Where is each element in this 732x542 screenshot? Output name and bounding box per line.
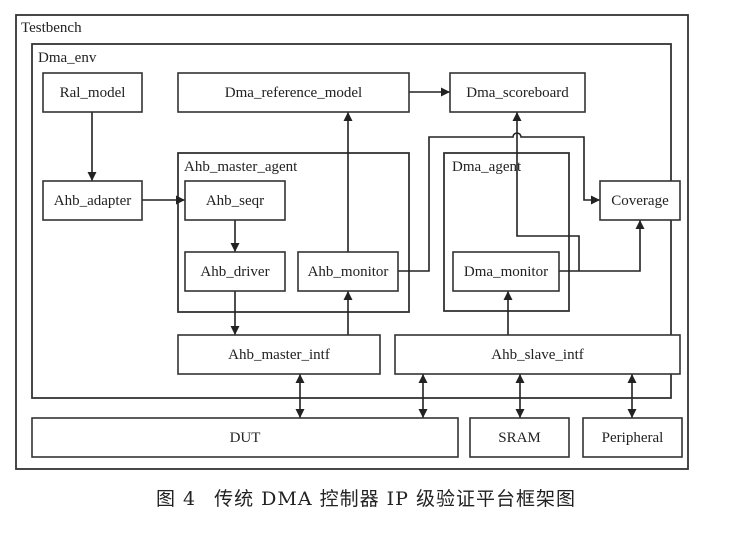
peripheral-block: Peripheral [582, 417, 683, 458]
peripheral-label: Peripheral [602, 430, 664, 446]
ral-model-block: Ral_model [42, 72, 143, 113]
ahb-master-intf-block: Ahb_master_intf [177, 334, 381, 375]
ahb-adapter-label: Ahb_adapter [54, 193, 131, 209]
dma-monitor-block: Dma_monitor [452, 251, 560, 292]
figure-title: 传统 DMA 控制器 IP 级验证平台框架图 [214, 488, 576, 510]
dut-label: DUT [230, 430, 261, 446]
ahb-adapter-block: Ahb_adapter [42, 180, 143, 221]
figure-caption: 图 4 传统 DMA 控制器 IP 级验证平台框架图 [0, 484, 732, 511]
sram-label: SRAM [498, 430, 541, 446]
ahb-monitor-label: Ahb_monitor [308, 264, 389, 280]
dma-scoreboard-block: Dma_scoreboard [449, 72, 586, 113]
dma-monitor-label: Dma_monitor [464, 264, 548, 280]
ral-model-label: Ral_model [60, 85, 126, 101]
dma-reference-model-block: Dma_reference_model [177, 72, 410, 113]
dma-agent-label: Dma_agent [452, 159, 522, 175]
ahb-slave-intf-block: Ahb_slave_intf [394, 334, 681, 375]
ahb-seqr-block: Ahb_seqr [184, 180, 286, 221]
ahb-driver-block: Ahb_driver [184, 251, 286, 292]
wire-dma-monitor-to-coverage [559, 220, 645, 272]
dut-block: DUT [31, 417, 459, 458]
dma-reference-model-label: Dma_reference_model [225, 85, 362, 101]
dma-env-label: Dma_env [38, 50, 97, 66]
ahb-slave-intf-label: Ahb_slave_intf [491, 347, 583, 363]
figure-number: 图 4 [156, 488, 197, 510]
coverage-label: Coverage [611, 193, 669, 209]
testbench-label: Testbench [21, 20, 82, 36]
ahb-seqr-label: Ahb_seqr [206, 193, 264, 209]
ahb-driver-label: Ahb_driver [200, 264, 269, 280]
dma-testbench-diagram: Testbench Dma_env Ahb_master_agent Dma_a… [15, 14, 689, 470]
sram-block: SRAM [469, 417, 570, 458]
ahb-master-intf-label: Ahb_master_intf [228, 347, 330, 363]
ahb-master-agent-label: Ahb_master_agent [184, 159, 298, 175]
ahb-monitor-block: Ahb_monitor [297, 251, 399, 292]
coverage-block: Coverage [599, 180, 681, 221]
dma-scoreboard-label: Dma_scoreboard [466, 85, 569, 101]
